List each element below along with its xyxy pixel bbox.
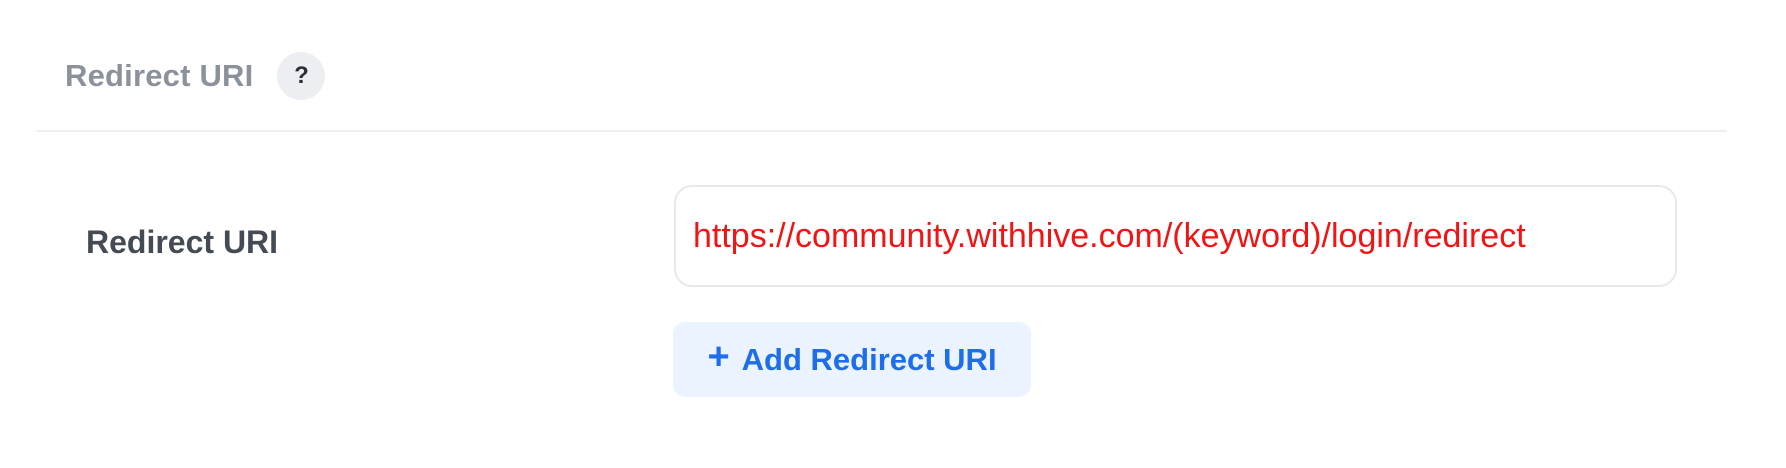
divider: [37, 130, 1727, 132]
add-redirect-uri-label: Add Redirect URI: [741, 341, 997, 377]
add-redirect-uri-button[interactable]: + Add Redirect URI: [673, 322, 1031, 397]
redirect-uri-input[interactable]: [693, 216, 1675, 256]
help-icon[interactable]: ?: [277, 52, 326, 100]
section-header: Redirect URI ?: [65, 52, 326, 100]
redirect-uri-label: Redirect URI: [86, 224, 279, 260]
redirect-uri-field[interactable]: [674, 185, 1677, 287]
section-title: Redirect URI: [65, 58, 254, 93]
plus-icon: +: [707, 335, 730, 378]
